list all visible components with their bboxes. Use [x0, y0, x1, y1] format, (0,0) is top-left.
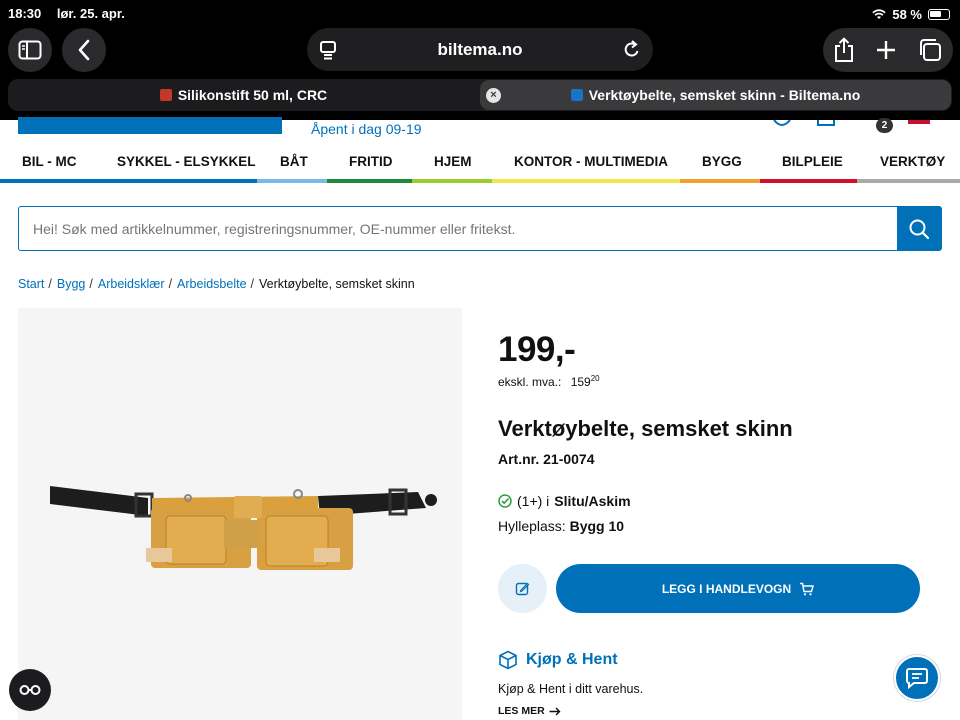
browser-chrome: 18:30 lør. 25. apr. 58 % biltema.no Sili…	[0, 0, 960, 120]
product-image-panel[interactable]	[18, 308, 462, 720]
url-text: biltema.no	[437, 39, 523, 59]
browser-actions	[823, 28, 953, 72]
add-to-cart-button[interactable]: LEGG I HANDLEVOGN	[556, 564, 920, 613]
read-more-link[interactable]: LES MER	[498, 705, 561, 717]
product-price: 199,-	[498, 330, 576, 369]
opening-hours[interactable]: Åpent i dag 09-19	[311, 121, 422, 137]
user-icon[interactable]	[772, 120, 792, 128]
chat-button[interactable]	[894, 655, 940, 701]
sidebar-toggle-button[interactable]	[8, 28, 52, 72]
search-icon	[909, 219, 930, 239]
tab-label: Silikonstift 50 ml, CRC	[177, 87, 328, 103]
biltema-favicon-icon	[570, 89, 583, 101]
back-button[interactable]	[62, 28, 106, 72]
article-number: Art.nr. 21-0074	[498, 451, 595, 467]
crc-favicon-icon	[159, 89, 172, 101]
arrow-right-icon	[549, 707, 561, 715]
tab-bar: Silikonstift 50 ml, CRC × Verktøybelte, …	[8, 79, 952, 111]
tool-belt-image	[50, 486, 437, 570]
click-collect-text: Kjøp & Hent i ditt varehus.	[498, 682, 644, 696]
battery-icon	[928, 8, 950, 20]
biltema-logo[interactable]	[18, 117, 282, 134]
tab-label: Verktøybelte, semsket skinn - Biltema.no	[588, 87, 861, 103]
stock-status[interactable]: (1+) i Slitu/Askim	[498, 493, 631, 509]
nav-bil-mc[interactable]: BIL - MC	[22, 154, 77, 169]
search-input[interactable]	[19, 207, 899, 250]
nav-bilpleie[interactable]: BILPLEIE	[782, 154, 843, 169]
chat-bubble-icon	[906, 668, 928, 690]
box-icon	[499, 650, 517, 670]
sidebar-icon	[18, 40, 42, 60]
search-button[interactable]	[897, 207, 941, 250]
search-box	[18, 206, 942, 251]
check-circle-icon	[498, 494, 512, 508]
nav-hjem[interactable]: HJEM	[434, 154, 472, 169]
breadcrumb-current: Verktøybelte, semsket skinn	[259, 277, 415, 291]
product-title: Verktøybelte, semsket skinn	[498, 416, 793, 441]
cart-count-badge[interactable]: 2	[876, 118, 893, 133]
new-tab-icon[interactable]	[875, 39, 897, 61]
close-tab-icon[interactable]: ×	[486, 88, 501, 103]
breadcrumb-arbeidsklaer[interactable]: Arbeidsklær	[98, 277, 165, 291]
add-note-button[interactable]	[498, 564, 547, 613]
nav-verktoy[interactable]: VERKTØY	[880, 154, 945, 169]
status-time: 18:30	[8, 6, 42, 21]
list-icon[interactable]	[817, 120, 835, 127]
breadcrumb-bygg[interactable]: Bygg	[57, 277, 86, 291]
shelf-location: Hylleplass: Bygg 10	[498, 518, 625, 534]
address-bar[interactable]: biltema.no	[307, 28, 653, 71]
glasses-icon	[19, 685, 41, 695]
nav-fritid[interactable]: FRITID	[349, 154, 393, 169]
norway-flag-icon[interactable]	[908, 120, 930, 124]
chevron-left-icon	[78, 39, 90, 61]
stock-store[interactable]: Slitu/Askim	[554, 493, 630, 509]
nav-sykkel[interactable]: SYKKEL - ELSYKKEL	[117, 154, 256, 169]
click-collect-title: Kjøp & Hent	[498, 650, 618, 670]
battery-percent: 58 %	[892, 6, 922, 22]
status-bar: 18:30 lør. 25. apr. 58 %	[8, 6, 950, 22]
edit-icon	[515, 582, 530, 596]
reload-icon[interactable]	[623, 39, 641, 64]
breadcrumb-start[interactable]: Start	[18, 277, 44, 291]
tab-silikonstift[interactable]: Silikonstift 50 ml, CRC	[8, 79, 479, 111]
page-menu-icon[interactable]	[319, 40, 337, 65]
breadcrumb-arbeidsbelte[interactable]: Arbeidsbelte	[177, 277, 247, 291]
tab-verktoybelte[interactable]: × Verktøybelte, semsket skinn - Biltema.…	[480, 80, 951, 110]
share-icon[interactable]	[833, 37, 855, 63]
nav-bat[interactable]: BÅT	[280, 154, 308, 169]
status-date: lør. 25. apr.	[56, 6, 125, 21]
cart-icon	[800, 582, 815, 595]
wifi-icon	[872, 8, 887, 19]
breadcrumb: Start / Bygg / Arbeidsklær / Arbeidsbelte / …	[18, 277, 415, 291]
category-color-bar	[0, 179, 960, 183]
stock-count: (1+) i	[517, 493, 550, 509]
add-to-cart-label: LEGG I HANDLEVOGN	[661, 581, 792, 596]
price-ex-vat: ekskl. mva.: 15920	[498, 374, 600, 389]
tabs-overview-icon[interactable]	[917, 38, 943, 62]
reader-mode-button[interactable]	[9, 669, 51, 711]
nav-bygg[interactable]: BYGG	[702, 154, 742, 169]
nav-kontor[interactable]: KONTOR - MULTIMEDIA	[514, 154, 668, 169]
